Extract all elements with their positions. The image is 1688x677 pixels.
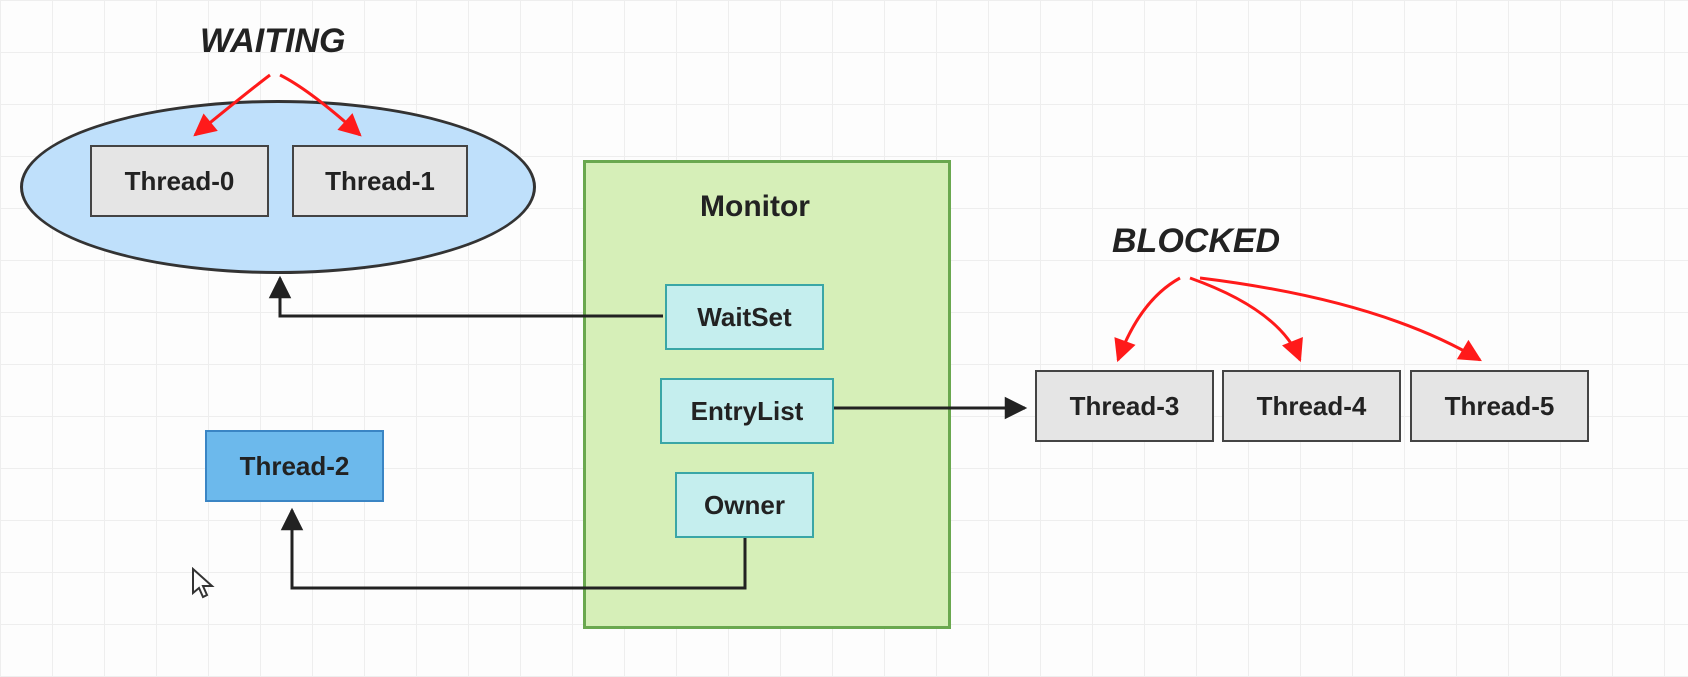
thread-0-box: Thread-0 xyxy=(90,145,269,217)
thread-1-box: Thread-1 xyxy=(292,145,468,217)
owner-box: Owner xyxy=(675,472,814,538)
thread-4-box: Thread-4 xyxy=(1222,370,1401,442)
entrylist-box: EntryList xyxy=(660,378,834,444)
thread-2-box: Thread-2 xyxy=(205,430,384,502)
waitset-box: WaitSet xyxy=(665,284,824,350)
thread-3-box: Thread-3 xyxy=(1035,370,1214,442)
blocked-title: BLOCKED xyxy=(1112,222,1280,261)
monitor-title: Monitor xyxy=(700,190,810,224)
waiting-title: WAITING xyxy=(200,22,345,61)
cursor-icon xyxy=(190,567,218,603)
thread-5-box: Thread-5 xyxy=(1410,370,1589,442)
